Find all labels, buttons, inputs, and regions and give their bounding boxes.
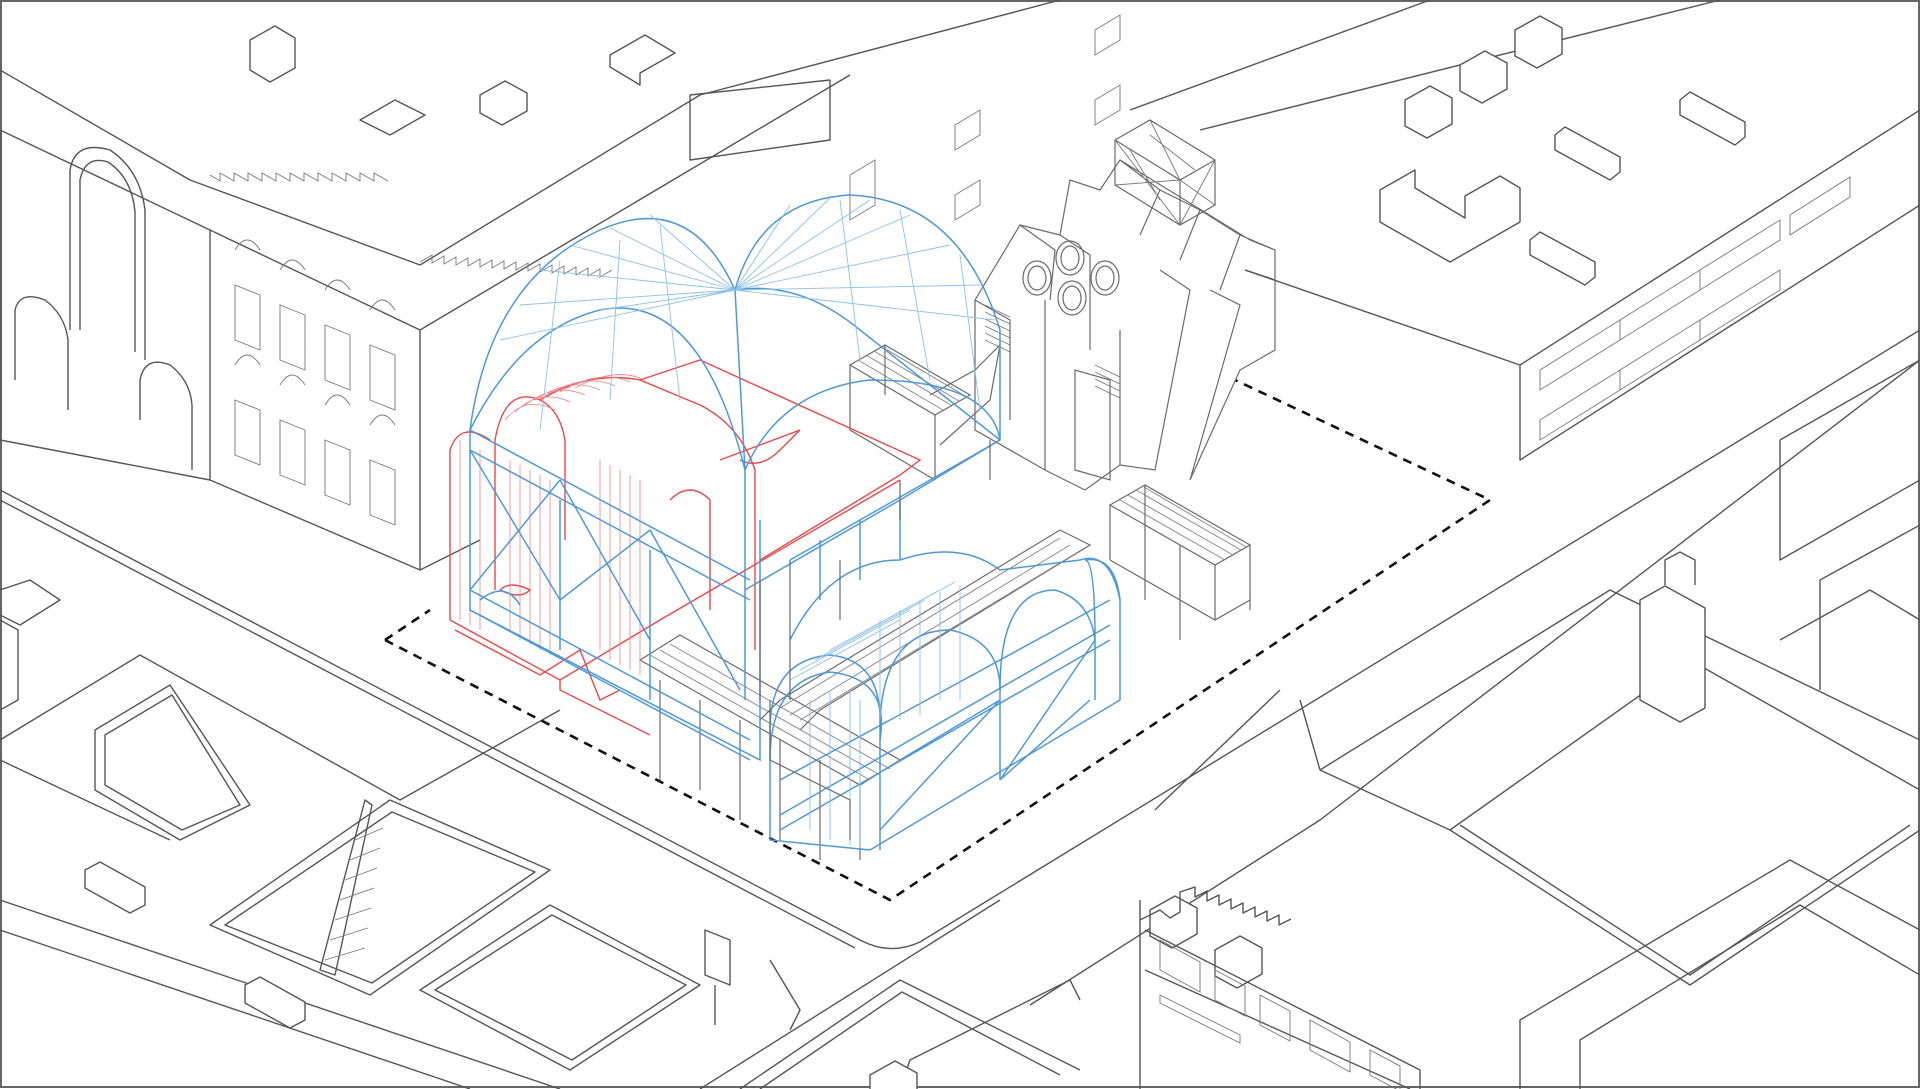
axonometric-drawing bbox=[0, 0, 1920, 1089]
drawing-frame bbox=[0, 0, 1920, 1088]
